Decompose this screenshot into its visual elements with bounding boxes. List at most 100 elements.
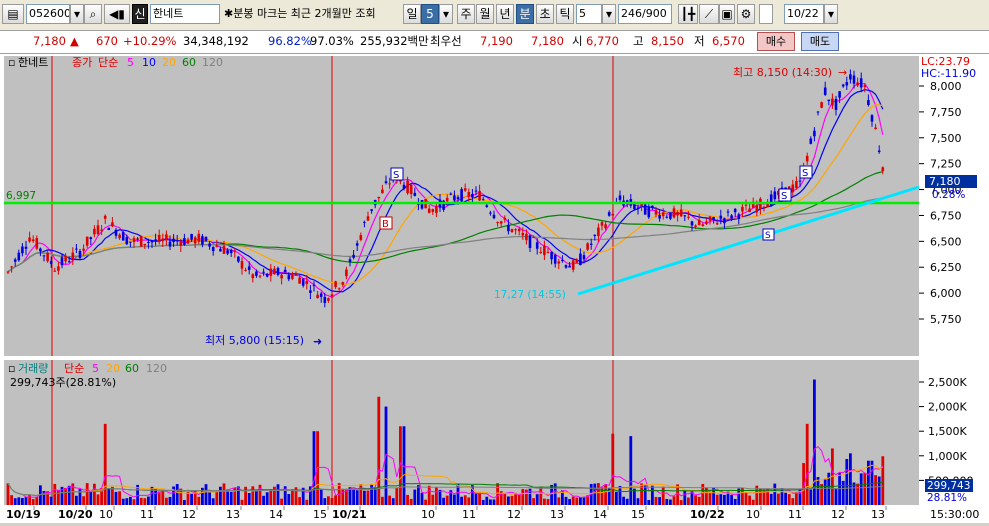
price-legend: ▫ 한네트 종가 단순 5 10 20 60 120 [8,56,223,69]
candle-body [283,269,287,273]
candle-body [262,271,265,273]
settings-icon[interactable]: ⚙ [737,4,755,24]
candle-body [633,204,636,210]
code-dropdown-icon[interactable]: ▾ [70,4,84,24]
candle-body [193,237,197,244]
volume-bar [13,498,17,505]
x-label: 13 [226,508,240,521]
candle-body [733,208,737,213]
stock-name-field[interactable]: 한네트 [150,4,220,24]
candle-body [118,234,121,239]
candlestick-chart[interactable]: 6,997 ▫ 한네트 종가 단순 5 10 20 60 120 LC:23.7… [0,54,989,523]
date-checkbox[interactable] [759,4,773,24]
x-label: 10/21 [332,508,367,521]
chart-area[interactable]: 6,997 ▫ 한네트 종가 단순 5 10 20 60 120 LC:23.7… [0,54,989,523]
period-dropdown-icon[interactable]: ▾ [439,4,453,24]
candle-body [679,209,683,217]
candle-body [575,259,579,263]
volume-bar [543,498,546,505]
period-day[interactable]: 일 [403,4,421,24]
mark-s-3[interactable]: S [778,188,792,202]
date-dropdown-icon[interactable]: ▾ [824,4,838,24]
period-tick[interactable]: 틱 [556,4,574,24]
mark-s-4[interactable]: S [799,165,813,179]
mark-s-5[interactable]: S [762,228,775,241]
candle-body [730,215,733,219]
period-year[interactable]: 년 [496,4,514,24]
volume-bar [222,483,226,505]
candle-body [161,238,165,242]
volume-bar [521,489,525,505]
period-input[interactable]: 5 [576,4,602,24]
candle-body [543,245,546,256]
period-month[interactable]: 월 [476,4,494,24]
candle-body [323,296,327,303]
candle-body [715,223,719,225]
candle-body [798,180,802,182]
volume-bar [672,496,676,505]
candle-body [352,254,355,258]
period-second[interactable]: 초 [536,4,554,24]
search-icon[interactable]: ⌕ [84,4,102,24]
volume-bar [197,496,201,505]
volume-tick-label: 1,000K [928,450,967,463]
candle-body [748,208,751,213]
candle-body [13,259,17,262]
candle-body [647,207,651,218]
ratio1: 96.82% [268,34,312,48]
volume-tick-label: 1,500K [928,425,967,438]
candle-body [683,215,687,217]
volume-bar [877,476,881,505]
candle-body [287,275,291,280]
save-icon[interactable]: ▣ [719,4,735,24]
candle-body [240,261,244,269]
sound-icon[interactable]: ◀▮ [104,4,130,24]
buy-button[interactable]: 매수 [757,32,795,51]
volume-bar [49,496,53,505]
period-minute[interactable]: 분 [516,4,534,24]
volume-bar [427,485,431,505]
candle-body [813,130,816,137]
candle-body [46,252,49,262]
candle-body [874,127,877,130]
mark-s-1[interactable]: S [390,167,404,181]
period-input-dropdown-icon[interactable]: ▾ [602,4,616,24]
volume-bar [381,496,384,505]
mark-b-1[interactable]: B [379,216,393,230]
candle-body [532,237,535,239]
candle-body [726,211,730,213]
chart-type-icon[interactable]: ▤ [2,4,24,24]
candle-body [582,255,586,260]
count-field[interactable]: 246/900 [618,4,672,24]
legend-ma120: 120 [202,56,223,69]
volume-bar [849,453,852,505]
candle-body [852,75,856,84]
volume-bar [575,497,579,505]
legend-ma10: 10 [142,56,156,69]
period-value[interactable]: 5 [421,4,439,24]
sell-button[interactable]: 매도 [801,32,839,51]
volume-bar [777,493,780,505]
volume-bar [114,491,118,505]
candle-body [121,232,125,241]
volume-bar [809,489,813,505]
candle-body [456,197,460,200]
candle-body [309,290,312,293]
candle-body [471,193,474,198]
date-field[interactable]: 10/22 [784,4,824,24]
candle-icon[interactable]: ┃╋ [678,4,698,24]
candle-body [654,210,658,215]
x-label: 15 [631,508,645,521]
volume-bar [406,494,409,505]
volume-bar [391,498,395,505]
volume-bar [139,497,143,505]
candle-body [445,197,449,202]
volume-bar [183,500,186,505]
volume-bar [816,477,820,505]
volume-bar [651,485,654,505]
candle-body [618,195,622,200]
period-week[interactable]: 주 [457,4,475,24]
line-tool-icon[interactable]: ⟋ [699,4,719,24]
stock-code-input[interactable]: 052600 [26,4,70,24]
volume-bar [327,496,330,505]
